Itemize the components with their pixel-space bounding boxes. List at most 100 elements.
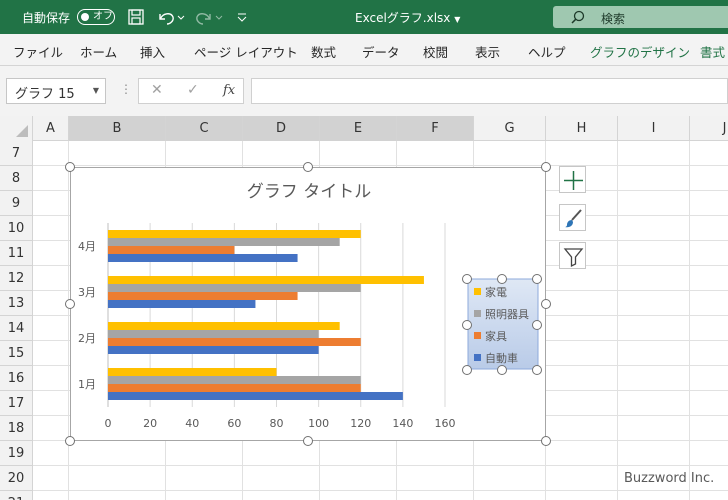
bar-1-1[interactable]: [108, 392, 403, 400]
x-tick-label: 0: [105, 417, 112, 430]
row-header-20[interactable]: 20: [0, 466, 33, 491]
bar-4-1[interactable]: [108, 254, 298, 262]
bar-4-2[interactable]: [108, 246, 235, 254]
chart-resize-handle[interactable]: [65, 162, 75, 172]
row-header-14[interactable]: 14: [0, 316, 33, 341]
tab-insert[interactable]: 挿入: [140, 42, 165, 61]
legend-resize-handle[interactable]: [532, 274, 542, 284]
chart-filters-button[interactable]: [559, 242, 586, 269]
chart-resize-handle[interactable]: [541, 436, 551, 446]
autosave-toggle[interactable]: オフ: [77, 9, 115, 25]
row-header-10[interactable]: 10: [0, 216, 33, 241]
bar-3-4[interactable]: [108, 276, 424, 284]
bar-2-4[interactable]: [108, 322, 340, 330]
row-header-15[interactable]: 15: [0, 341, 33, 366]
column-header-j[interactable]: J: [690, 116, 728, 141]
y-category-label: 2月: [78, 332, 96, 345]
legend-entry[interactable]: 家具: [485, 329, 507, 343]
bar-4-3[interactable]: [108, 238, 340, 246]
insert-function-icon[interactable]: fx: [223, 83, 235, 98]
legend-resize-handle[interactable]: [497, 274, 507, 284]
column-header-e[interactable]: E: [320, 116, 397, 141]
legend-resize-handle[interactable]: [532, 319, 542, 330]
formula-buttons: ✕ ✓ fx: [138, 78, 244, 104]
legend-entry[interactable]: 照明器具: [485, 308, 529, 321]
bar-2-1[interactable]: [108, 346, 319, 354]
column-gridline: [68, 141, 69, 500]
tab-file[interactable]: ファイル: [13, 42, 63, 61]
row-header-17[interactable]: 17: [0, 391, 33, 416]
more-options-icon[interactable]: ⋮: [120, 82, 132, 96]
tab-format[interactable]: 書式: [700, 42, 725, 61]
legend-resize-handle[interactable]: [462, 319, 472, 330]
file-name[interactable]: Excelグラフ.xlsx ▼: [355, 9, 460, 26]
bar-3-3[interactable]: [108, 284, 361, 292]
name-box[interactable]: グラフ 15 ▼: [6, 78, 106, 104]
tab-help[interactable]: ヘルプ: [528, 42, 566, 61]
row-gridline: [33, 465, 728, 466]
tab-data[interactable]: データ: [362, 42, 400, 61]
legend-entry[interactable]: 自動車: [485, 351, 518, 365]
formula-input[interactable]: [251, 78, 728, 104]
row-header-13[interactable]: 13: [0, 291, 33, 316]
column-header-b[interactable]: B: [69, 116, 166, 141]
row-header-16[interactable]: 16: [0, 366, 33, 391]
chart-resize-handle[interactable]: [303, 162, 313, 172]
chevron-down-icon[interactable]: ▼: [93, 86, 99, 95]
undo-icon[interactable]: [156, 8, 186, 30]
legend-resize-handle[interactable]: [462, 365, 472, 375]
row-header-21[interactable]: 21: [0, 491, 33, 500]
column-header-c[interactable]: C: [166, 116, 243, 141]
save-icon[interactable]: [127, 8, 145, 30]
x-tick-label: 140: [392, 417, 413, 430]
search-box[interactable]: 検索: [553, 6, 728, 28]
tab-home[interactable]: ホーム: [80, 42, 117, 61]
chart-styles-button[interactable]: [559, 204, 586, 231]
bar-chart[interactable]: グラフ タイトル 0 20 40 60 80 100 120 140 160 1月 2月 3月 4月家電照…: [71, 168, 547, 442]
chart-resize-handle[interactable]: [541, 162, 551, 172]
row-header-12[interactable]: 12: [0, 266, 33, 291]
column-header-a[interactable]: A: [33, 116, 69, 141]
row-header-8[interactable]: 8: [0, 166, 33, 191]
select-all-button[interactable]: [0, 116, 33, 141]
cancel-icon[interactable]: ✕: [151, 82, 163, 98]
bar-2-3[interactable]: [108, 330, 319, 338]
tab-review[interactable]: 校閲: [423, 42, 448, 61]
bar-1-4[interactable]: [108, 368, 277, 376]
column-header-i[interactable]: I: [618, 116, 690, 141]
bar-3-2[interactable]: [108, 292, 298, 300]
bar-1-2[interactable]: [108, 384, 361, 392]
redo-icon[interactable]: [196, 8, 226, 30]
legend-resize-handle[interactable]: [462, 274, 472, 284]
bar-3-1[interactable]: [108, 300, 256, 308]
column-header-f[interactable]: F: [397, 116, 474, 141]
bar-1-3[interactable]: [108, 376, 361, 384]
chart-resize-handle[interactable]: [303, 436, 313, 446]
row-header-18[interactable]: 18: [0, 416, 33, 441]
chart-resize-handle[interactable]: [65, 299, 75, 309]
enter-icon[interactable]: ✓: [187, 82, 199, 98]
tab-formulas[interactable]: 数式: [311, 42, 336, 61]
column-header-d[interactable]: D: [243, 116, 320, 141]
row-header-19[interactable]: 19: [0, 441, 33, 466]
customize-toolbar-icon[interactable]: [236, 8, 248, 30]
column-header-g[interactable]: G: [474, 116, 546, 141]
tab-view[interactable]: 表示: [475, 42, 500, 61]
chart-elements-button[interactable]: [559, 166, 586, 193]
row-header-11[interactable]: 11: [0, 241, 33, 266]
bar-2-2[interactable]: [108, 338, 361, 346]
legend-entry[interactable]: 家電: [485, 285, 507, 299]
chart-title[interactable]: グラフ タイトル: [247, 182, 371, 202]
chart-area[interactable]: グラフ タイトル 0 20 40 60 80 100 120 140 160 1月 2月 3月 4月 家電照…: [70, 167, 546, 441]
tab-chart-design[interactable]: グラフのデザイン: [590, 42, 690, 61]
tab-page-layout[interactable]: ページ レイアウト: [194, 42, 298, 61]
chart-resize-handle[interactable]: [65, 436, 75, 446]
legend-resize-handle[interactable]: [532, 365, 542, 375]
y-category-label: 1月: [78, 378, 96, 391]
row-header-7[interactable]: 7: [0, 141, 33, 166]
chart-resize-handle[interactable]: [541, 299, 551, 309]
column-header-h[interactable]: H: [546, 116, 618, 141]
row-header-9[interactable]: 9: [0, 191, 33, 216]
bar-4-4[interactable]: [108, 230, 361, 238]
legend-resize-handle[interactable]: [497, 365, 507, 375]
